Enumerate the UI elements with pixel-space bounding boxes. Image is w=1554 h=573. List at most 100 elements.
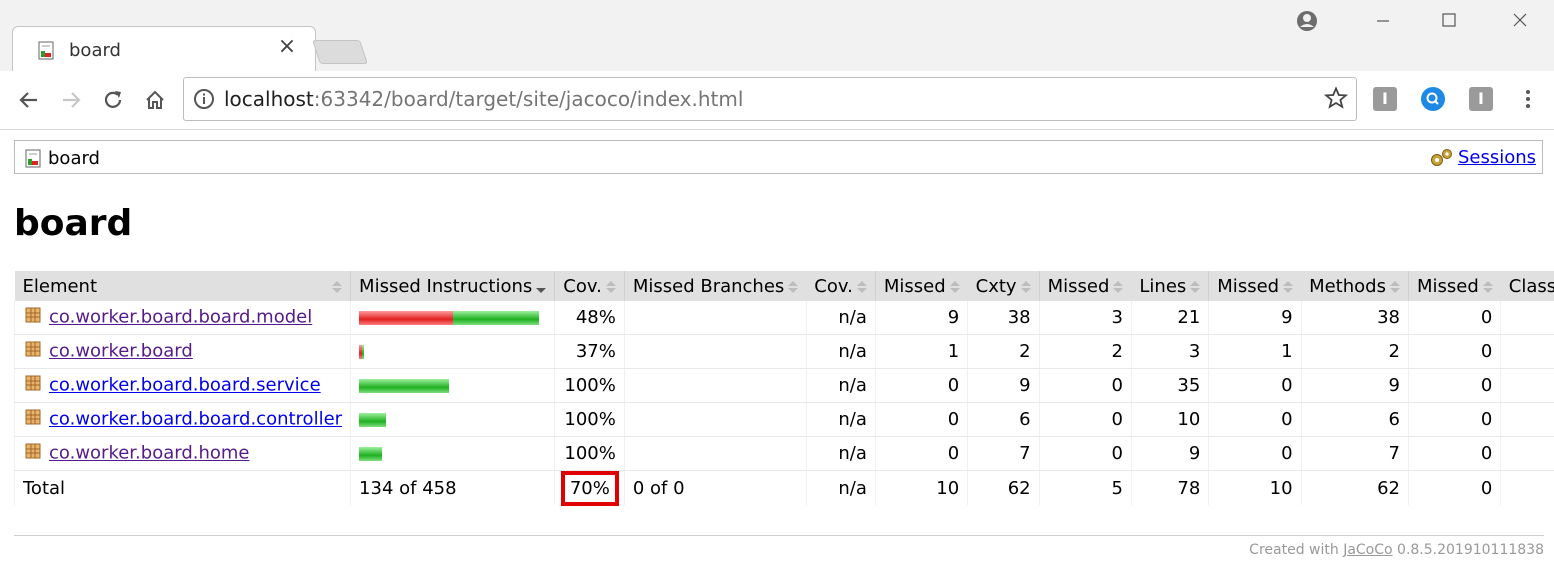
extension-grey-icon[interactable]: I — [1373, 87, 1397, 111]
header-missed-lines[interactable]: Missed — [1038, 271, 1132, 301]
address-bar[interactable]: localhost:63342/board/target/site/jacoco… — [183, 77, 1357, 121]
maximize-icon[interactable] — [1434, 10, 1464, 36]
total-lines: 78 — [1130, 470, 1209, 505]
header-label: Missed Instructions — [359, 275, 533, 297]
header-branch-cov[interactable]: Cov. — [806, 271, 876, 301]
header-classes[interactable]: Classes — [1500, 271, 1554, 301]
header-missed-branches[interactable]: Missed Branches — [623, 271, 807, 301]
missed-bar — [359, 310, 454, 325]
missed-instructions-bar — [350, 368, 555, 403]
sort-icon — [1482, 280, 1493, 293]
sessions-label[interactable]: Sessions — [1458, 147, 1536, 168]
methods: 7 — [1300, 436, 1409, 471]
covered-bar — [359, 446, 383, 461]
minimize-icon[interactable] — [1368, 10, 1398, 36]
header-label: Missed Branches — [632, 275, 785, 297]
total-missed-cxty: 10 — [874, 470, 968, 505]
page-title: board — [14, 203, 133, 244]
missed-instructions-bar — [350, 301, 555, 335]
close-window-icon[interactable] — [1505, 10, 1535, 36]
header-missed-instructions[interactable]: Missed Instructions — [350, 271, 555, 301]
header-row: Element Missed Instructions Cov. Missed … — [14, 271, 1554, 301]
missed-classes: 0 — [1407, 402, 1501, 437]
missed-methods: 0 — [1208, 402, 1302, 437]
header-element[interactable]: Element — [14, 271, 351, 301]
url-path: :63342/board/target/site/jacoco/index.ht… — [313, 87, 744, 111]
package-link[interactable]: co.worker.board.home — [49, 443, 250, 464]
header-missed-classes[interactable]: Missed — [1407, 271, 1501, 301]
browser-tab[interactable]: board × — [12, 26, 316, 72]
header-label: Classes — [1508, 275, 1554, 297]
bookmark-star-icon[interactable] — [1323, 86, 1349, 114]
missed-branches — [623, 436, 807, 471]
covered-bar — [362, 344, 365, 359]
total-missed-lines: 5 — [1038, 470, 1132, 505]
url-text: localhost:63342/board/target/site/jacoco… — [224, 87, 743, 111]
missed-branches — [623, 334, 807, 369]
table-row: co.worker.board.board.model 48% n/a 9 38 3 21 9… — [13, 301, 1554, 335]
package-icon — [23, 407, 43, 432]
package-link[interactable]: co.worker.board — [49, 341, 193, 362]
header-label: Missed — [1217, 275, 1280, 297]
forward-arrow-icon[interactable] — [56, 85, 86, 115]
sort-icon — [1020, 280, 1031, 293]
instruction-cov: 48% — [554, 301, 625, 335]
header-missed-methods[interactable]: Missed — [1208, 271, 1302, 301]
reload-icon[interactable] — [98, 85, 128, 115]
tab-title: board — [69, 40, 121, 61]
package-link[interactable]: co.worker.board.board.service — [49, 375, 321, 396]
package-link[interactable]: co.worker.board.board.model — [49, 307, 312, 328]
missed-instructions-bar — [350, 402, 555, 437]
lines: 21 — [1130, 301, 1209, 335]
package-icon — [23, 339, 43, 364]
header-label: Lines — [1139, 275, 1187, 297]
covered-bar — [359, 378, 450, 393]
missed-instructions-bar — [350, 436, 555, 471]
header-methods[interactable]: Methods — [1301, 271, 1409, 301]
missed-classes: 0 — [1407, 436, 1501, 471]
highlighted-total-cov: 70% — [560, 470, 619, 506]
methods: 2 — [1300, 334, 1409, 369]
jacoco-link[interactable]: JaCoCo — [1343, 542, 1392, 558]
sort-icon — [856, 280, 867, 293]
site-info-icon[interactable] — [193, 88, 215, 114]
sort-icon — [1190, 280, 1201, 293]
package-link[interactable]: co.worker.board.board.controller — [49, 409, 342, 430]
cxty: 9 — [967, 368, 1040, 403]
close-tab-icon[interactable]: × — [277, 36, 297, 58]
home-icon[interactable] — [140, 85, 170, 115]
footer: Created with JaCoCo 0.8.5.201910111838 — [1249, 542, 1544, 558]
back-arrow-icon[interactable] — [14, 85, 44, 115]
header-instruction-cov[interactable]: Cov. — [554, 271, 625, 301]
header-cxty[interactable]: Cxty — [967, 271, 1040, 301]
classes — [1500, 402, 1554, 437]
branch-cov: n/a — [805, 368, 876, 403]
missed-methods: 9 — [1208, 301, 1302, 335]
missed-cxty: 0 — [874, 368, 968, 403]
sort-icon — [1113, 280, 1124, 293]
header-missed-cxty[interactable]: Missed — [874, 271, 968, 301]
table-row: co.worker.board 37% n/a 1 2 2 3 1 2 0 — [13, 334, 1554, 369]
total-cov-cell: 70% — [554, 470, 625, 506]
total-row: Total 134 of 458 70% 0 of 0 n/a 10 62 5 … — [13, 470, 1554, 506]
tab-strip: board × — [0, 0, 1554, 72]
missed-cxty: 9 — [874, 301, 968, 335]
sort-icon — [332, 281, 343, 293]
header-lines[interactable]: Lines — [1131, 271, 1209, 301]
classes — [1500, 301, 1554, 335]
lines: 35 — [1130, 368, 1209, 403]
total-missed-classes: 0 — [1407, 470, 1501, 505]
extension-search-icon[interactable] — [1421, 87, 1445, 111]
sessions-link[interactable]: Sessions — [1428, 147, 1536, 168]
total-cxty: 62 — [967, 470, 1040, 505]
total-branch-cov: n/a — [805, 470, 876, 505]
header-label: Missed — [1047, 275, 1110, 297]
profile-icon[interactable] — [1292, 10, 1322, 36]
instruction-cov: 100% — [554, 436, 625, 471]
extension-grey-icon-2[interactable]: I — [1469, 87, 1493, 111]
missed-classes: 0 — [1407, 334, 1501, 369]
new-tab-button[interactable] — [312, 40, 368, 64]
more-menu-icon[interactable] — [1518, 87, 1538, 113]
classes — [1500, 368, 1554, 403]
cxty: 6 — [967, 402, 1040, 437]
